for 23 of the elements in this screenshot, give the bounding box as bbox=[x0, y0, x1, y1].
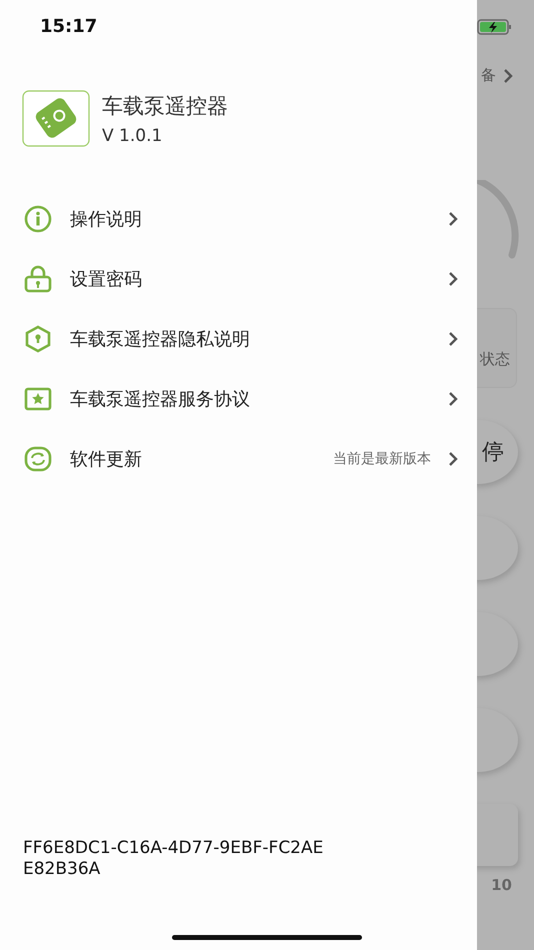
background-number: 10 bbox=[491, 876, 512, 894]
app-logo-icon bbox=[22, 90, 90, 147]
app-name: 车载泵遥控器 bbox=[102, 92, 228, 120]
chevron-icon bbox=[447, 451, 459, 467]
lock-icon bbox=[23, 264, 53, 294]
menu-item[interactable]: 车载泵遥控器服务协议 bbox=[0, 369, 477, 429]
chevron-icon bbox=[447, 391, 459, 407]
chevron-icon bbox=[502, 68, 514, 84]
chevron-icon bbox=[447, 331, 459, 347]
info-icon bbox=[23, 204, 53, 234]
menu-item[interactable]: 软件更新 当前是最新版本 bbox=[0, 429, 477, 489]
menu-item[interactable]: 操作说明 bbox=[0, 189, 477, 249]
status-card: 状态 bbox=[477, 308, 517, 388]
chevron-icon bbox=[447, 271, 459, 287]
refresh-icon bbox=[23, 444, 53, 474]
menu-item[interactable]: 车载泵遥控器隐私说明 bbox=[0, 309, 477, 369]
shield-icon bbox=[23, 324, 53, 354]
status-time: 15:17 bbox=[40, 16, 98, 36]
background-text: 备 bbox=[481, 66, 496, 85]
chevron-icon bbox=[447, 211, 459, 227]
menu-item[interactable]: 设置密码 bbox=[0, 249, 477, 309]
device-id: FF6E8DC1-C16A-4D77-9EBF-FC2AEE82B36A bbox=[22, 838, 324, 880]
app-version: V 1.0.1 bbox=[102, 126, 164, 146]
